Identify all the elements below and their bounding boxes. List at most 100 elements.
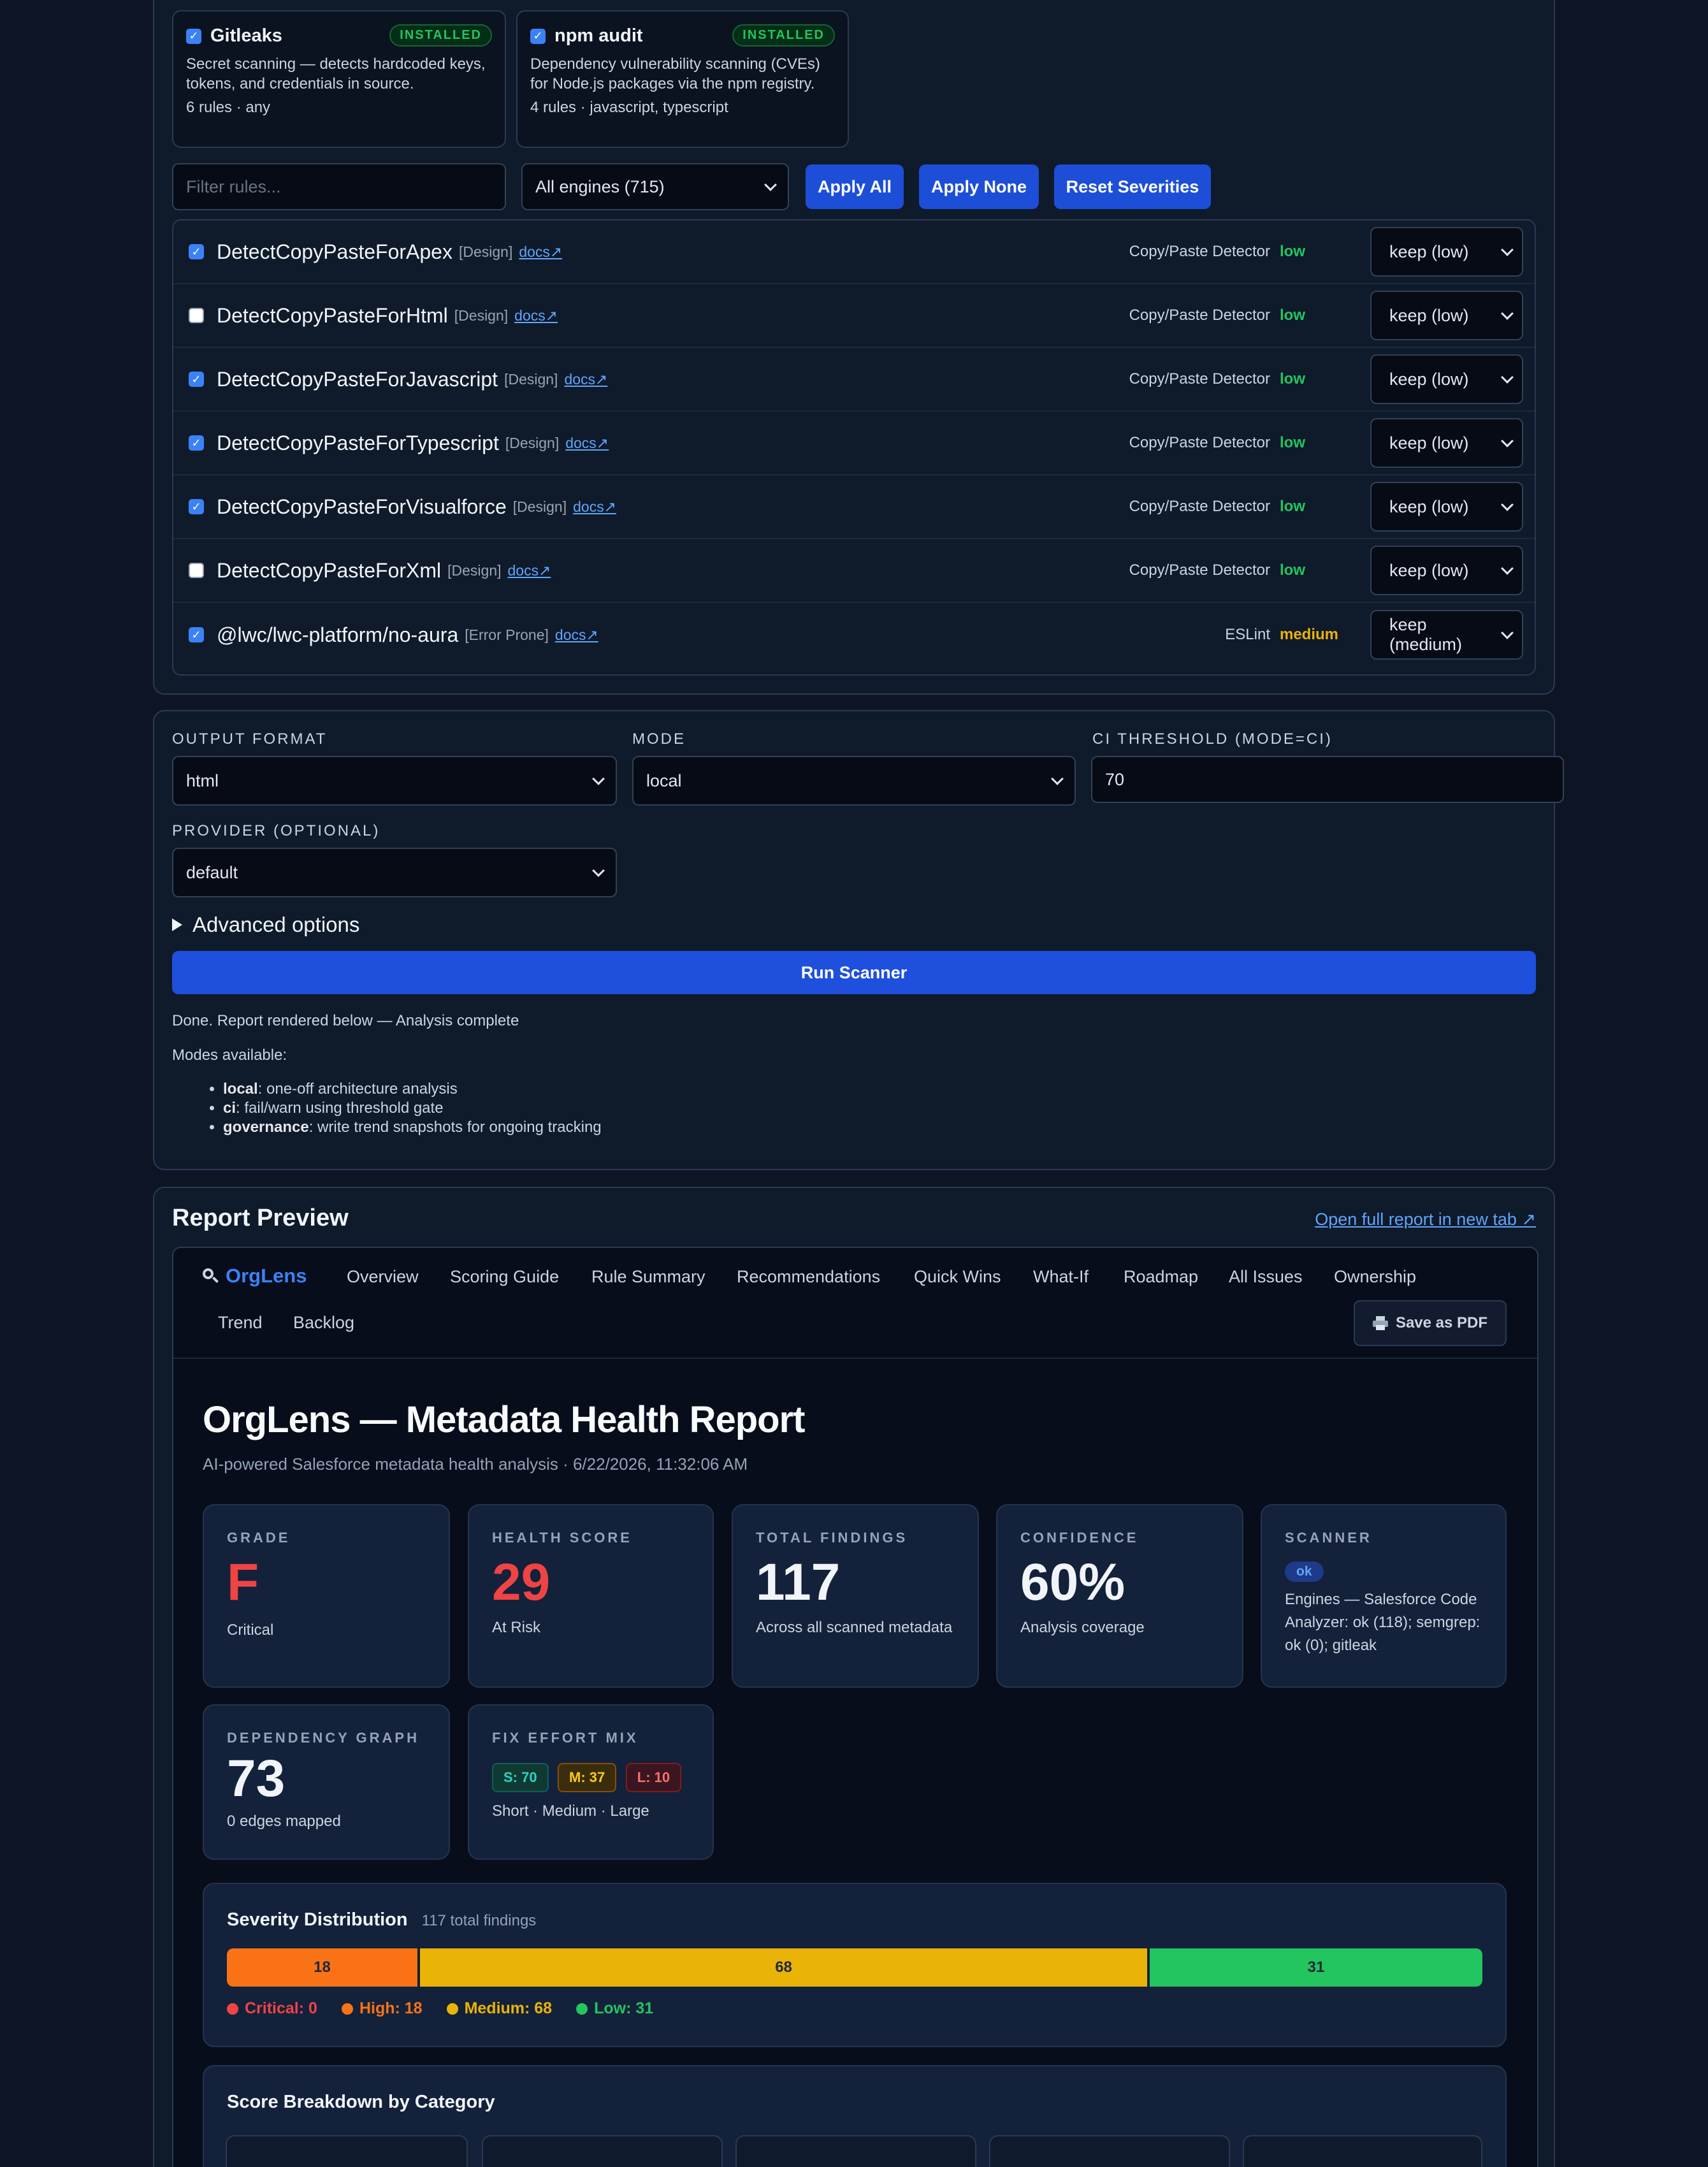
rule-row: ✓ @lwc/lwc-platform/no-aura [Error Prone] d… — [173, 603, 1535, 667]
rule-docs-link[interactable]: docs↗ — [564, 371, 607, 388]
rule-checkbox[interactable]: ✓ — [189, 563, 204, 578]
apply-none-button[interactable]: Apply None — [919, 164, 1039, 209]
rule-name: DetectCopyPasteForApex — [217, 240, 452, 263]
report-nav-link[interactable]: Recommendations — [737, 1267, 880, 1287]
rule-severity-select[interactable]: keep (low) — [1370, 291, 1523, 340]
score-breakdown-title: Score Breakdown by Category — [227, 2092, 495, 2112]
mode-select[interactable]: local — [632, 756, 1076, 806]
rule-severity: low — [1280, 243, 1305, 260]
rule-severity: low — [1280, 307, 1305, 324]
report-nav-link[interactable]: Ownership — [1334, 1267, 1416, 1287]
report-nav-link[interactable]: Backlog — [293, 1313, 354, 1333]
advanced-options-toggle[interactable]: Advanced options — [172, 913, 359, 937]
report-nav-link[interactable]: Scoring Guide — [450, 1267, 559, 1287]
rule-docs-link[interactable]: docs↗ — [573, 498, 616, 516]
rule-checkbox[interactable]: ✓ — [189, 244, 204, 259]
rule-checkbox[interactable]: ✓ — [189, 499, 204, 514]
report-nav-link[interactable]: Rule Summary — [591, 1267, 706, 1287]
filter-rules-input[interactable]: Filter rules... — [172, 163, 506, 210]
rule-row: ✓ DetectCopyPasteForXml [Design] docs↗ Copy/… — [173, 539, 1535, 603]
total-findings-card: TOTAL FINDINGS 117 Across all scanned me… — [732, 1504, 979, 1688]
engine-filter-select[interactable]: All engines (715) — [521, 163, 789, 210]
report-nav-link[interactable]: Overview — [347, 1267, 419, 1287]
rule-docs-link[interactable]: docs↗ — [519, 243, 562, 261]
rule-docs-link[interactable]: docs↗ — [555, 627, 598, 644]
report-nav-link[interactable]: Roadmap — [1124, 1267, 1198, 1287]
breakdown-tile — [989, 2135, 1230, 2167]
effort-short-chip: S: 70 — [492, 1763, 549, 1792]
severity-distribution-card: Severity Distribution 117 total findings… — [203, 1883, 1507, 2047]
rule-checkbox[interactable]: ✓ — [189, 435, 204, 451]
rule-severity-select[interactable]: keep (low) — [1370, 418, 1523, 468]
provider-select[interactable]: default — [172, 848, 617, 897]
rule-severity-select[interactable]: keep (low) — [1370, 227, 1523, 277]
effort-large-chip: L: 10 — [625, 1763, 682, 1792]
chevron-down-icon — [592, 864, 605, 877]
rule-engine: Copy/Paste Detector — [1129, 307, 1270, 324]
rule-docs-link[interactable]: docs↗ — [514, 307, 558, 324]
total-findings-value: 117 — [756, 1553, 841, 1611]
rule-severity: low — [1280, 498, 1305, 515]
engine-meta: 6 rules · any — [186, 99, 271, 116]
rule-engine: ESLint — [1225, 626, 1270, 643]
report-nav-divider — [173, 1358, 1537, 1359]
open-full-report-link[interactable]: Open full report in new tab ↗ — [1315, 1210, 1536, 1229]
rule-checkbox[interactable]: ✓ — [189, 627, 204, 642]
apply-all-button[interactable]: Apply All — [806, 164, 904, 209]
rule-severity-select[interactable]: keep (low) — [1370, 546, 1523, 595]
rule-severity-select[interactable]: keep (low) — [1370, 354, 1523, 404]
printer-icon — [1372, 1316, 1388, 1330]
report-brand[interactable]: OrgLens — [203, 1265, 307, 1287]
rule-docs-link[interactable]: docs↗ — [508, 562, 551, 579]
fix-effort-card: FIX EFFORT MIX S: 70 M: 37 L: 10 Short ·… — [468, 1704, 714, 1860]
rule-checkbox[interactable]: ✓ — [189, 308, 204, 323]
reset-severities-button[interactable]: Reset Severities — [1054, 164, 1211, 209]
report-nav-link[interactable]: Quick Wins — [914, 1267, 1001, 1287]
installed-badge: INSTALLED — [389, 24, 492, 47]
status-text: Done. Report rendered below — Analysis c… — [172, 1012, 519, 1029]
severity-legend: Critical: 0 High: 18 Medium: 68 Low: 31 — [227, 1999, 1482, 2018]
breakdown-tile — [1243, 2135, 1482, 2167]
rule-engine: Copy/Paste Detector — [1129, 243, 1270, 260]
run-scanner-button[interactable]: Run Scanner — [172, 951, 1536, 994]
rule-docs-link[interactable]: docs↗ — [565, 435, 609, 452]
engine-npm-audit-checkbox[interactable]: ✓ — [530, 28, 546, 44]
legend-dot-icon — [446, 2003, 458, 2015]
output-format-label: OUTPUT FORMAT — [172, 730, 328, 748]
severity-legend-item: High: 18 — [341, 1999, 423, 2018]
grade-card: GRADE F Critical — [203, 1504, 450, 1688]
rules-list: ✓ DetectCopyPasteForApex [Design] docs↗ Copy… — [172, 219, 1536, 676]
rule-severity: low — [1280, 562, 1305, 579]
rule-category: [Design] — [512, 498, 567, 515]
caret-right-icon — [172, 918, 182, 931]
ci-threshold-input[interactable]: 70 — [1091, 756, 1564, 803]
output-format-select[interactable]: html — [172, 756, 617, 806]
save-as-pdf-button[interactable]: Save as PDF — [1354, 1300, 1507, 1346]
legend-dot-icon — [576, 2003, 588, 2015]
rule-category: [Design] — [504, 370, 558, 388]
report-nav-link[interactable]: What-If — [1033, 1267, 1089, 1287]
engine-gitleaks-checkbox[interactable]: ✓ — [186, 28, 201, 44]
report-nav-link[interactable]: Trend — [218, 1313, 263, 1333]
severity-legend-item: Medium: 68 — [446, 1999, 552, 2018]
dependency-graph-card: DEPENDENCY GRAPH 73 0 edges mapped — [203, 1704, 450, 1860]
rule-severity-select[interactable]: keep (low) — [1370, 482, 1523, 532]
chevron-down-icon — [1501, 435, 1514, 447]
chevron-down-icon — [1501, 627, 1514, 639]
chevron-down-icon — [764, 178, 777, 191]
rule-name: DetectCopyPasteForXml — [217, 558, 442, 582]
rule-severity: low — [1280, 370, 1305, 388]
engine-card-gitleaks[interactable]: ✓ Gitleaks INSTALLED Secret scanning — de… — [172, 10, 506, 148]
rule-row: ✓ DetectCopyPasteForTypescript [Design] doc… — [173, 412, 1535, 475]
rule-severity-select[interactable]: keep (medium) — [1370, 610, 1523, 660]
report-nav-link[interactable]: All Issues — [1229, 1267, 1303, 1287]
rule-row: ✓ DetectCopyPasteForVisualforce [Design] do… — [173, 475, 1535, 539]
modes-list: local: one-off architecture analysisci: … — [223, 1080, 602, 1137]
rule-severity: low — [1280, 434, 1305, 451]
breakdown-tile — [482, 2135, 723, 2167]
rule-row: ✓ DetectCopyPasteForJavascript [Design] doc… — [173, 348, 1535, 412]
chevron-down-icon — [1501, 243, 1514, 256]
engine-card-npm-audit[interactable]: ✓ npm audit INSTALLED Dependency vulnerab… — [516, 10, 849, 148]
scanner-status-badge: ok — [1285, 1562, 1324, 1582]
rule-checkbox[interactable]: ✓ — [189, 372, 204, 387]
